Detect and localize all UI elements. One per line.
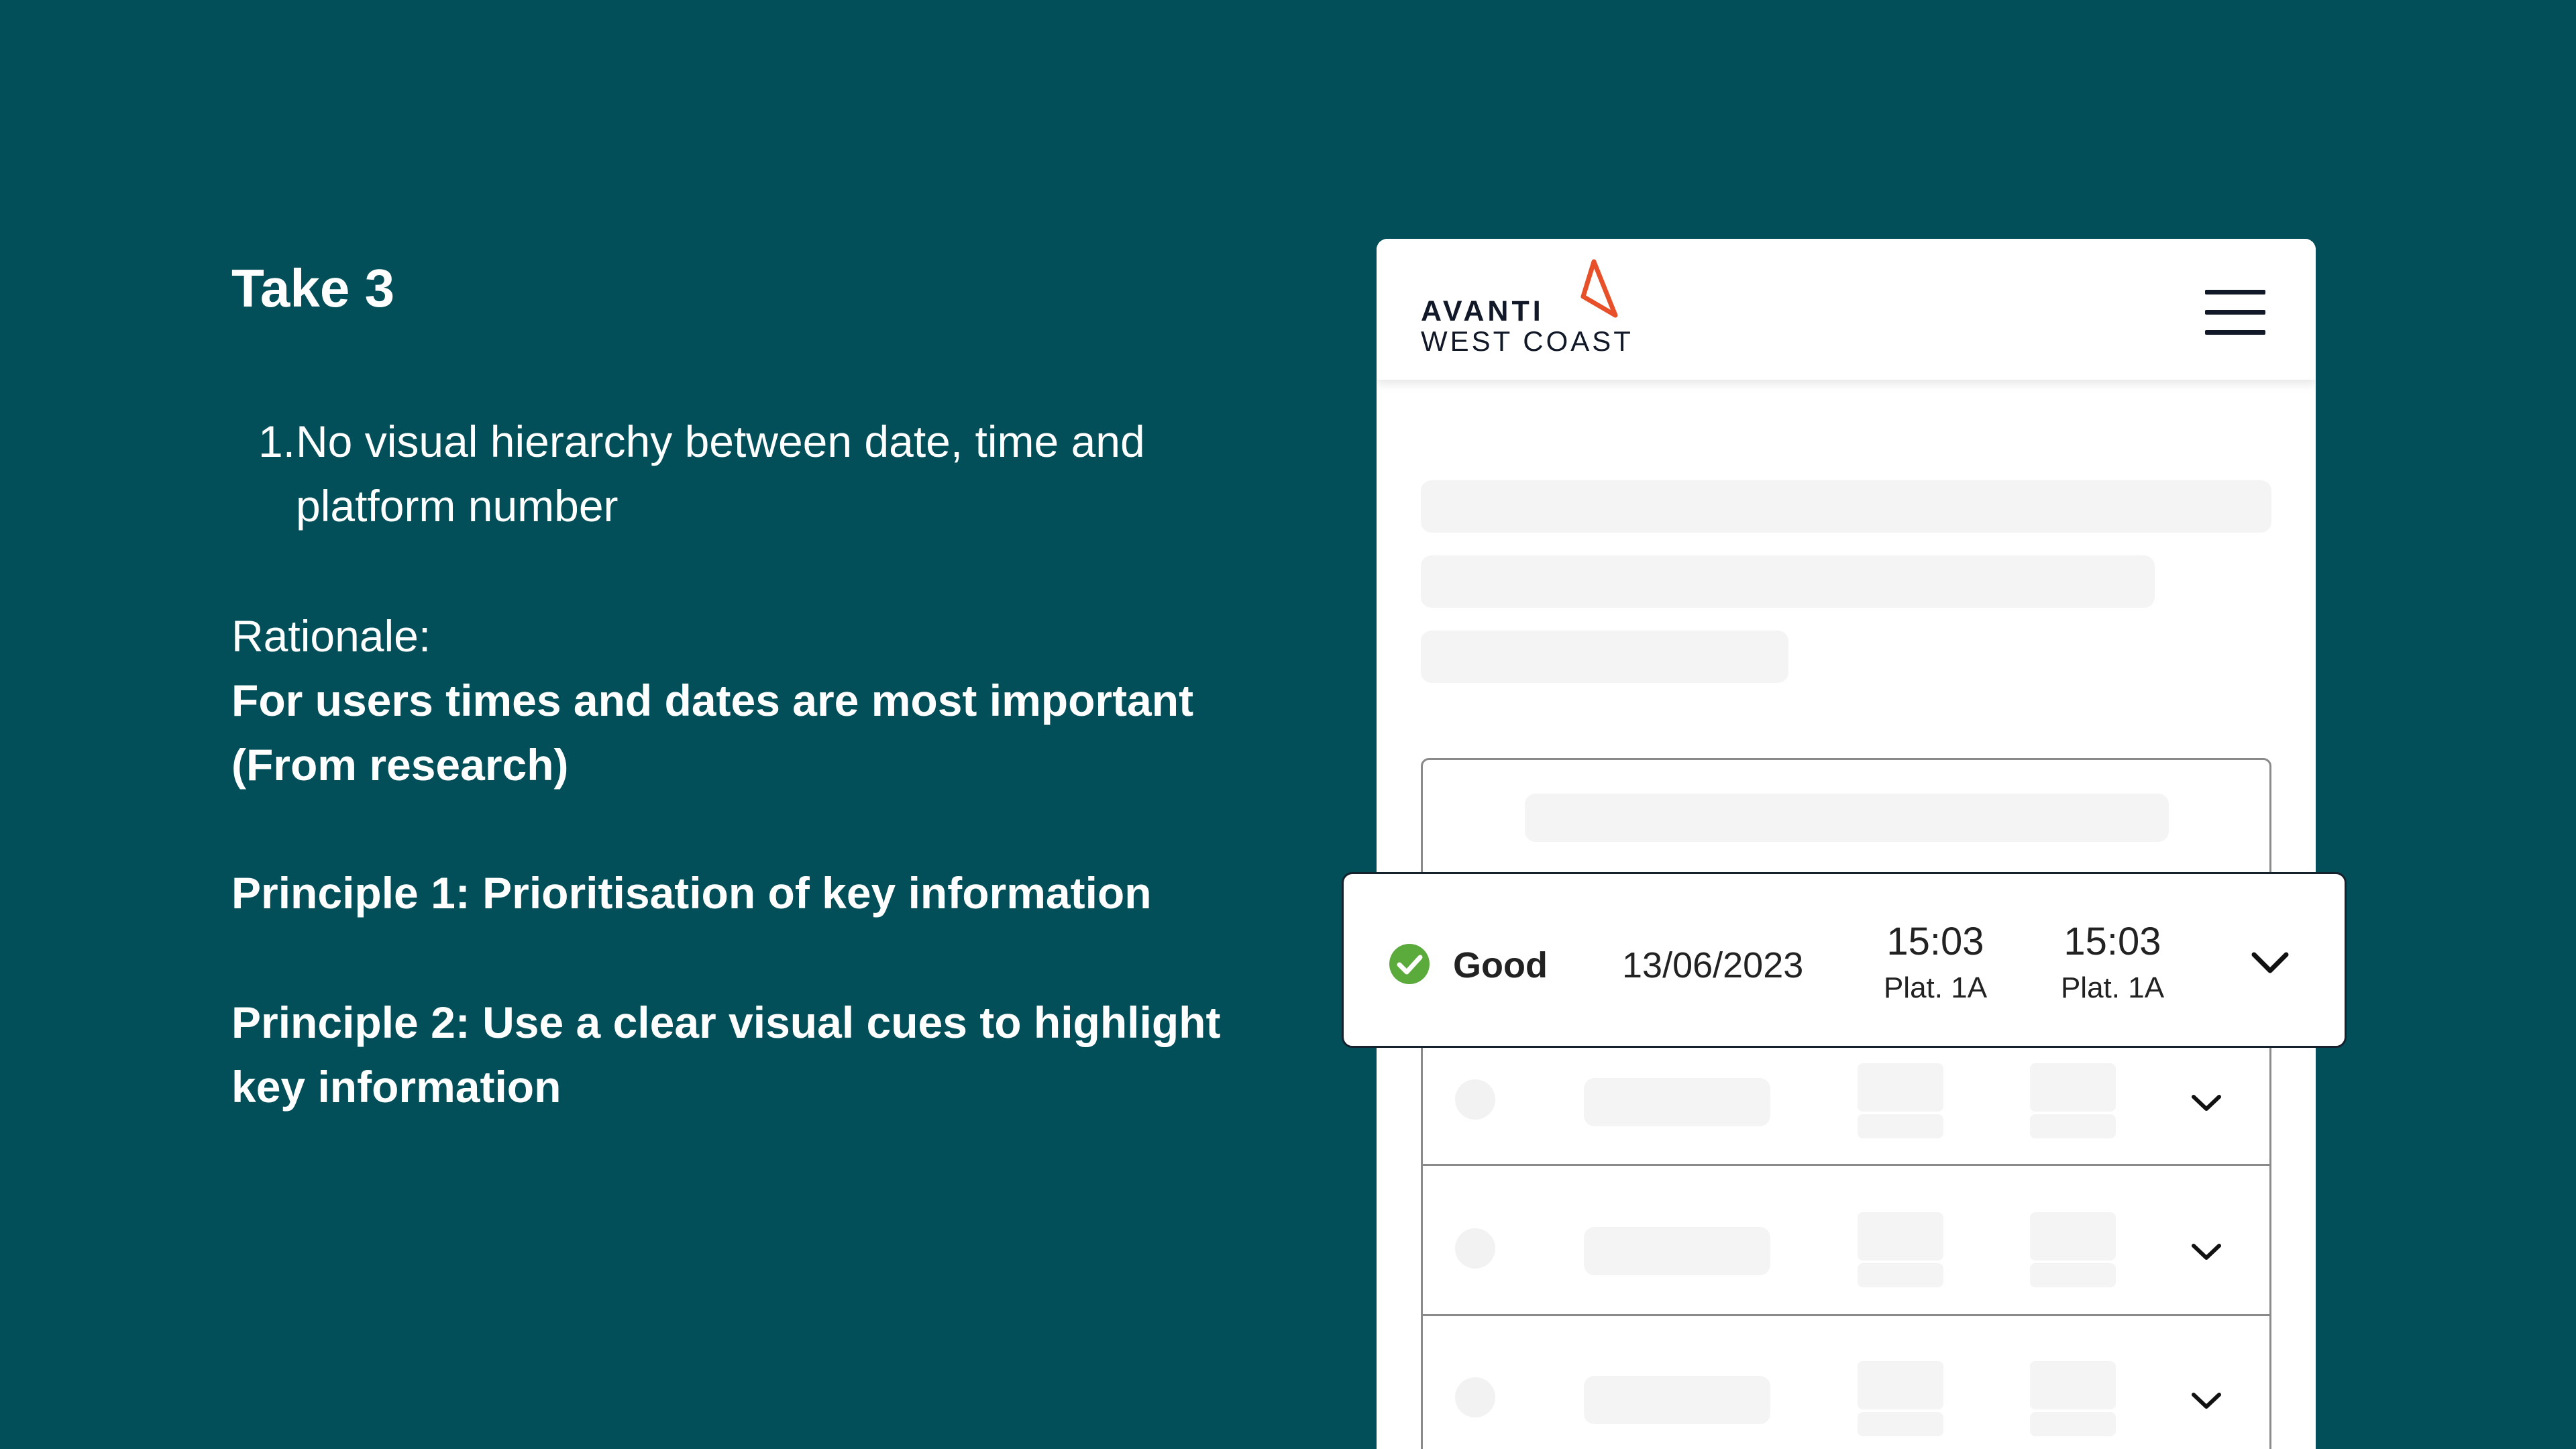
issue-item: 1. No visual hierarchy between date, tim… (231, 409, 1238, 538)
journey-date: 13/06/2023 (1622, 945, 1804, 985)
rationale-text: For users times and dates are most impor… (231, 676, 1194, 790)
skeleton-status-dot (1455, 1228, 1495, 1269)
skeleton-line (1421, 555, 2155, 608)
principle-2: Principle 2: Use a clear visual cues to … (231, 998, 1221, 1112)
issue-text: No visual hierarchy between date, time a… (296, 417, 1145, 531)
results-card (1421, 758, 2271, 1449)
row-divider (1423, 1164, 2269, 1166)
logo-text-avanti: AVANTI (1421, 295, 1544, 327)
arrival-block: 15:03 Plat. 1A (2045, 918, 2180, 1007)
skeleton-line (1584, 1078, 1770, 1126)
departure-platform: Plat. 1A (1883, 971, 1988, 1004)
skeleton-line (2030, 1361, 2116, 1409)
chevron-down-icon[interactable] (2249, 948, 2292, 977)
issue-number: 1. (258, 417, 296, 466)
skeleton-line (1858, 1063, 1943, 1112)
avanti-logo-icon (1580, 259, 1618, 318)
skeleton-line (1858, 1212, 1943, 1260)
skeleton-status-dot (1455, 1377, 1495, 1417)
phone-mockup: AVANTI WEST COAST (1377, 239, 2316, 1449)
skeleton-status-dot (1455, 1079, 1495, 1120)
skeleton-line (1421, 631, 1788, 683)
skeleton-line (2030, 1063, 2116, 1112)
skeleton-line (1858, 1412, 1943, 1436)
departure-block: 15:03 Plat. 1A (1868, 918, 2002, 1007)
skeleton-line (2030, 1114, 2116, 1138)
chevron-down-icon[interactable] (2190, 1389, 2223, 1412)
skeleton-line (1858, 1114, 1943, 1138)
hamburger-icon[interactable] (2202, 286, 2269, 339)
skeleton-line (1858, 1263, 1943, 1287)
row-divider (1423, 1314, 2269, 1316)
issue-list: 1. No visual hierarchy between date, tim… (231, 409, 1238, 538)
skeleton-line (2030, 1263, 2116, 1287)
principle-1: Principle 1: Prioritisation of key infor… (231, 868, 1152, 918)
skeleton-line (1525, 794, 2169, 842)
status-label: Good (1453, 945, 1548, 985)
logo-text-west-coast: WEST COAST (1421, 325, 1633, 357)
chevron-down-icon[interactable] (2190, 1091, 2223, 1114)
arrival-time: 15:03 (2063, 920, 2161, 963)
skeleton-line (1584, 1376, 1770, 1424)
arrival-platform: Plat. 1A (2060, 971, 2165, 1004)
skeleton-line (2030, 1412, 2116, 1436)
app-header: AVANTI WEST COAST (1377, 239, 2316, 380)
slide-title: Take 3 (231, 258, 395, 318)
check-circle-icon (1389, 944, 1430, 984)
skeleton-line (1421, 480, 2271, 533)
journey-row-highlighted[interactable]: Good 13/06/2023 15:03 Plat. 1A 15:03 Pla… (1342, 872, 2347, 1048)
chevron-down-icon[interactable] (2190, 1240, 2223, 1263)
skeleton-line (1858, 1361, 1943, 1409)
skeleton-line (1584, 1227, 1770, 1275)
skeleton-line (2030, 1212, 2116, 1260)
rationale-label: Rationale: (231, 611, 431, 661)
departure-time: 15:03 (1886, 920, 1984, 963)
